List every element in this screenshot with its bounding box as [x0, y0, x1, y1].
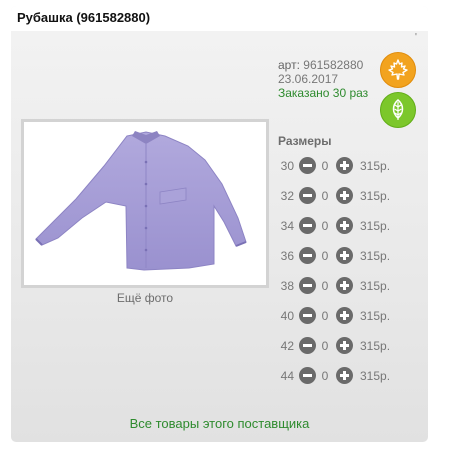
maple-leaf-icon: [380, 52, 416, 88]
sizes-title: Размеры: [278, 134, 332, 148]
product-title: Рубашка (961582880): [17, 10, 151, 25]
price-label: 315р.: [360, 309, 391, 323]
tick-mark: ': [415, 32, 417, 43]
plus-icon: [340, 281, 349, 290]
plus-button[interactable]: [336, 157, 353, 174]
plus-icon: [340, 191, 349, 200]
size-label: 34: [280, 219, 294, 233]
minus-button[interactable]: [299, 307, 316, 324]
size-row: 32 0 315р.: [278, 187, 418, 205]
plus-button[interactable]: [336, 367, 353, 384]
quantity-value: 0: [321, 189, 329, 203]
minus-icon: [303, 254, 312, 257]
minus-icon: [303, 374, 312, 377]
quantity-value: 0: [321, 249, 329, 263]
plus-icon: [340, 251, 349, 260]
article-label: арт:: [278, 58, 300, 72]
minus-button[interactable]: [299, 247, 316, 264]
product-photo[interactable]: [21, 119, 269, 288]
green-leaf-icon: [380, 92, 416, 128]
price-label: 315р.: [360, 279, 391, 293]
plus-button[interactable]: [336, 187, 353, 204]
product-card: Рубашка (961582880) ' арт: 961582880 23.…: [11, 6, 428, 442]
price-label: 315р.: [360, 189, 391, 203]
plus-button[interactable]: [336, 247, 353, 264]
price-label: 315р.: [360, 249, 391, 263]
ordered-count: Заказано 30 раз: [278, 86, 369, 100]
product-date: 23.06.2017: [278, 72, 339, 86]
quantity-value: 0: [321, 219, 329, 233]
plus-button[interactable]: [336, 277, 353, 294]
product-meta: арт: 961582880 23.06.2017 Заказано 30 ра…: [278, 58, 368, 100]
price-label: 315р.: [360, 369, 391, 383]
minus-icon: [303, 344, 312, 347]
plus-button[interactable]: [336, 307, 353, 324]
size-label: 40: [280, 309, 294, 323]
plus-button[interactable]: [336, 337, 353, 354]
size-row: 36 0 315р.: [278, 247, 418, 265]
minus-icon: [303, 314, 312, 317]
minus-button[interactable]: [299, 337, 316, 354]
size-row: 30 0 315р.: [278, 157, 418, 175]
size-label: 38: [280, 279, 294, 293]
quantity-value: 0: [321, 309, 329, 323]
size-row: 38 0 315р.: [278, 277, 418, 295]
size-row: 42 0 315р.: [278, 337, 418, 355]
minus-button[interactable]: [299, 367, 316, 384]
size-label: 30: [280, 159, 294, 173]
size-row: 44 0 315р.: [278, 367, 418, 385]
price-label: 315р.: [360, 339, 391, 353]
plus-icon: [340, 221, 349, 230]
size-row: 34 0 315р.: [278, 217, 418, 235]
quantity-value: 0: [321, 159, 329, 173]
minus-button[interactable]: [299, 217, 316, 234]
title-bar: Рубашка (961582880): [11, 6, 428, 31]
price-label: 315р.: [360, 159, 391, 173]
price-label: 315р.: [360, 219, 391, 233]
size-row: 40 0 315р.: [278, 307, 418, 325]
plus-button[interactable]: [336, 217, 353, 234]
plus-icon: [340, 161, 349, 170]
minus-icon: [303, 284, 312, 287]
minus-icon: [303, 224, 312, 227]
size-label: 36: [280, 249, 294, 263]
minus-icon: [303, 164, 312, 167]
article-value: 961582880: [303, 58, 364, 72]
supplier-products-link[interactable]: Все товары этого поставщика: [11, 416, 428, 431]
plus-icon: [340, 311, 349, 320]
plus-icon: [340, 341, 349, 350]
minus-button[interactable]: [299, 277, 316, 294]
minus-button[interactable]: [299, 187, 316, 204]
quantity-value: 0: [321, 369, 329, 383]
size-label: 44: [280, 369, 294, 383]
size-label: 42: [280, 339, 294, 353]
quantity-value: 0: [321, 279, 329, 293]
plus-icon: [340, 371, 349, 380]
quantity-value: 0: [321, 339, 329, 353]
minus-icon: [303, 194, 312, 197]
more-photos-link[interactable]: Ещё фото: [21, 291, 269, 305]
minus-button[interactable]: [299, 157, 316, 174]
size-label: 32: [280, 189, 294, 203]
